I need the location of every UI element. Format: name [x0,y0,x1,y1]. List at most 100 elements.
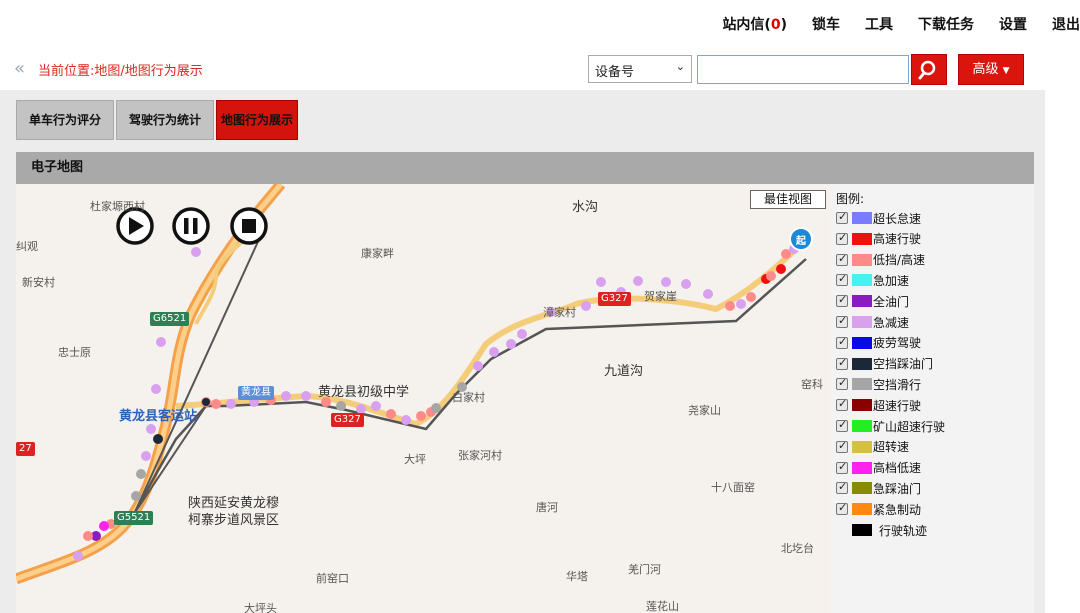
legend-item[interactable]: 全油门 [836,291,909,311]
search-input[interactable] [697,55,909,84]
legend-checkbox[interactable] [836,397,848,412]
legend-label: 急踩油门 [873,481,922,496]
legend-item[interactable]: 超长怠速 [836,208,921,228]
legend-swatch [852,232,872,245]
map-label: 窑科 [801,378,823,391]
map-label: 唐河 [536,501,558,514]
top-bar: 站内信(0) 锁车 工具 下载任务 设置 退出 [0,0,1080,50]
legend-label: 高速行驶 [873,232,922,247]
device-type-select[interactable]: 设备号 ⌄ [588,55,692,83]
legend-swatch [852,482,872,495]
legend-swatch [852,212,872,224]
legend-checkbox[interactable] [836,252,848,266]
map-label: 黄龙县客运站 [119,409,198,424]
map-label: 康家畔 [361,247,394,260]
top-nav: 站内信(0) 锁车 工具 下载任务 设置 退出 [722,14,1080,34]
legend-item[interactable]: 急加速 [836,270,909,290]
map-label: 华塔 [566,570,588,583]
map-legend: 图例: 超长怠速高速行驶低挡/高速急加速全油门急减速疲劳驾驶空挡踩油门空挡滑行超… [830,184,1034,613]
map-label: 水沟 [572,200,599,215]
legend-swatch [852,253,872,266]
device-type-value: 设备号 [595,65,635,80]
tab-vehicle-score[interactable]: 单车行为评分 [16,100,114,140]
legend-checkbox[interactable] [836,480,848,495]
legend-item[interactable]: 疲劳驾驶 [836,333,921,353]
legend-swatch [852,440,872,453]
tab-bar: 单车行为评分 驾驶行为统计 地图行为展示 [16,100,300,140]
legend-item[interactable]: 紧急制动 [836,499,921,519]
legend-item-track: 行驶轨迹 [836,520,927,540]
map-label: 羌门河 [628,563,661,576]
road-shield: 黄龙县 [238,386,274,400]
map-label: 十八面窑 [711,481,755,494]
map-label: 前窑口 [316,572,349,585]
settings-link[interactable]: 设置 [999,14,1027,34]
legend-checkbox[interactable] [836,231,848,245]
legend-item[interactable]: 空挡滑行 [836,374,921,394]
legend-label: 超转速 [873,440,910,455]
map-label: 贺家崖 [644,290,677,303]
caret-down-icon: ▼ [1002,66,1010,76]
legend-checkbox[interactable] [836,335,848,349]
legend-swatch [852,399,872,412]
map-label: 尧家山 [688,404,721,417]
legend-item[interactable]: 超速行驶 [836,395,921,415]
tab-map-behavior[interactable]: 地图行为展示 [216,100,298,140]
legend-title: 图例: [836,192,865,206]
legend-checkbox[interactable] [836,418,848,432]
legend-item[interactable]: 空挡踩油门 [836,354,933,374]
legend-checkbox[interactable] [836,460,848,474]
map-label: 忠士原 [58,346,91,359]
legend-checkbox[interactable] [836,376,848,391]
map-label: 杜家塬西村 [90,200,145,213]
map-svg [16,184,813,585]
pause-icon[interactable] [172,207,210,245]
legend-item[interactable]: 高档低速 [836,458,921,478]
messages-link[interactable]: 站内信(0) [722,14,787,34]
legend-item[interactable]: 矿山超速行驶 [836,416,945,436]
legend-label: 高档低速 [873,461,922,476]
best-view-button[interactable]: 最佳视图 [750,190,826,209]
lock-vehicle-link[interactable]: 锁车 [812,14,840,34]
legend-label: 超长怠速 [873,211,922,226]
map-label: 张家河村 [458,449,502,462]
legend-item[interactable]: 低挡/高速 [836,250,925,270]
driving-track-segment [133,223,267,515]
legend-item[interactable]: 急踩油门 [836,478,921,498]
legend-swatch [852,524,872,536]
tools-link[interactable]: 工具 [865,14,893,34]
legend-swatch [852,461,872,474]
road-shield: G5521 [114,511,154,525]
legend-item[interactable]: 急减速 [836,312,909,332]
legend-swatch [852,295,872,308]
legend-checkbox[interactable] [836,314,848,328]
logout-link[interactable]: 退出 [1052,14,1080,34]
legend-item[interactable]: 超转速 [836,437,909,457]
legend-swatch [852,274,872,287]
legend-checkbox[interactable] [836,293,848,308]
search-button[interactable] [911,54,947,85]
legend-checkbox[interactable] [836,501,848,516]
legend-checkbox[interactable] [836,272,848,287]
legend-checkbox[interactable] [836,439,848,453]
tab-driving-stats[interactable]: 驾驶行为统计 [116,100,214,140]
advanced-search-button[interactable]: 高级 ▼ [958,54,1024,85]
legend-swatch [852,357,872,370]
stop-icon[interactable] [230,207,268,245]
start-label: 起 [796,236,806,247]
road-shield: 27 [16,442,35,456]
legend-swatch [852,503,872,516]
legend-item[interactable]: 高速行驶 [836,229,921,249]
legend-label: 紧急制动 [873,502,922,517]
road-shield: G327 [598,292,631,306]
map-label: 莲花山 [646,600,679,613]
breadcrumb: 当前位置:地图/地图行为展示 [38,64,203,79]
download-tasks-link[interactable]: 下载任务 [918,14,974,34]
map-canvas[interactable]: 最佳视图 杜家塬西村 水沟 纠观 康家畔 新安村 忠士原 漳家村 贺家崖 九道沟… [16,184,830,613]
map-panel-title: 电子地图 [16,152,1034,184]
road-shield: G327 [331,413,364,427]
legend-checkbox[interactable] [836,356,848,370]
legend-checkbox[interactable] [836,210,848,224]
play-icon[interactable] [116,207,154,245]
double-left-arrow-icon[interactable]: « [14,58,25,79]
